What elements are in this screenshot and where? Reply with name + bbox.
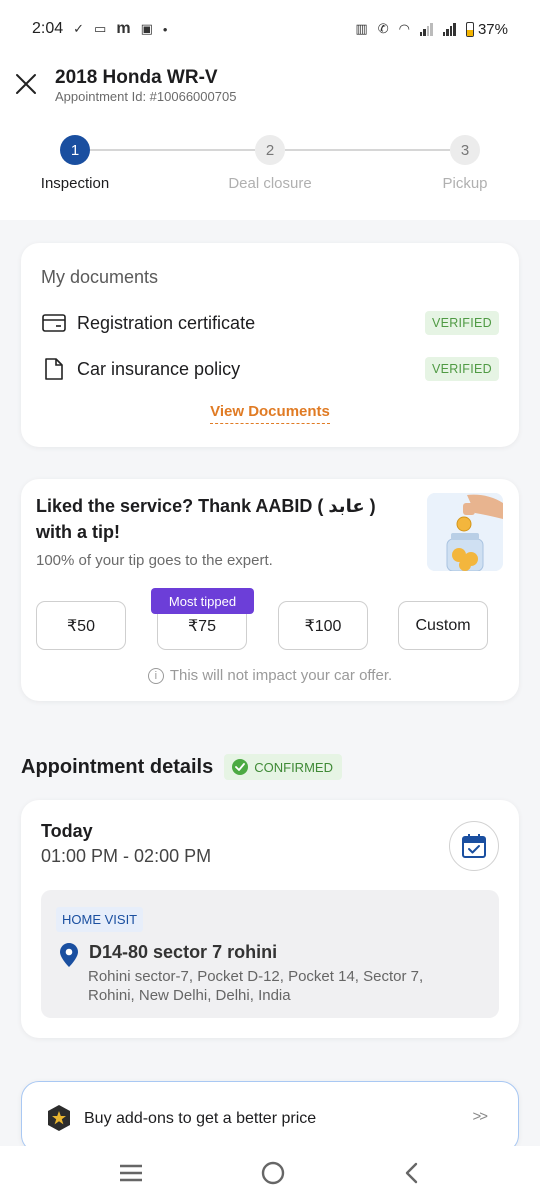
addons-label: Buy add-ons to get a better price	[84, 1110, 317, 1127]
add-to-calendar-button[interactable]	[449, 821, 499, 871]
more-notifications-icon: •	[162, 21, 168, 37]
document-icon	[41, 357, 67, 381]
step-connector	[285, 149, 450, 151]
info-icon: i	[147, 668, 164, 684]
star-badge-icon	[48, 1105, 70, 1131]
tip-option-50-button[interactable]: ₹50	[36, 601, 126, 650]
home-icon[interactable]	[260, 1160, 286, 1186]
documents-card: My documents Registration certificate VE…	[21, 243, 519, 447]
location-pin-icon	[60, 943, 78, 967]
check-circle-icon	[232, 759, 249, 775]
myntra-app-icon: ▣	[140, 21, 153, 36]
app-notification-icon: ▭	[94, 21, 107, 36]
close-button[interactable]	[14, 72, 38, 96]
verified-badge: VERIFIED	[424, 357, 499, 381]
card-icon	[41, 311, 67, 335]
back-icon[interactable]	[402, 1161, 422, 1185]
step-1-label: Inspection	[40, 175, 110, 192]
document-row-insurance[interactable]: Car insurance policy VERIFIED	[41, 354, 499, 384]
appointment-card: Today 01:00 PM - 02:00 PM HOME VISIT D14…	[21, 800, 519, 1038]
signal-icon-2	[442, 22, 456, 36]
step-2-indicator: 2	[255, 135, 285, 165]
address-title: D14-80 sector 7 rohini	[89, 942, 278, 962]
visit-location-box: HOME VISIT D14-80 sector 7 rohini Rohini…	[41, 890, 499, 1018]
status-bar: 2:04 ✓ ▭ m ▣ • ▥ ✆ ◠ 37%	[0, 0, 540, 58]
vibrate-icon: ▥	[355, 21, 368, 36]
appointment-id: Appointment Id: #10066000705	[55, 89, 237, 104]
status-time: 2:04	[32, 20, 64, 37]
addons-banner[interactable]: Buy add-ons to get a better price >>	[21, 1081, 519, 1153]
wifi-call-icon: ✆	[377, 21, 389, 36]
recent-apps-icon[interactable]	[118, 1163, 144, 1183]
appointment-time: 01:00 PM - 02:00 PM	[41, 846, 212, 866]
view-documents-label: View Documents	[210, 403, 330, 424]
tip-option-100-button[interactable]: ₹100	[278, 601, 368, 650]
most-tipped-badge: Most tipped	[151, 588, 254, 614]
tip-jar-illustration	[427, 493, 503, 571]
battery-percent: 37%	[477, 20, 508, 38]
header: 2018 Honda WR-V Appointment Id: #1006600…	[0, 58, 540, 220]
step-connector	[90, 149, 255, 151]
document-label: Registration certificate	[77, 312, 256, 333]
documents-title: My documents	[41, 267, 159, 287]
progress-stepper: 1 2 3 Inspection Deal closure Pickup	[0, 135, 540, 195]
step-3-indicator: 3	[450, 135, 480, 165]
address-detail: Rohini sector-7, Pocket D-12, Pocket 14,…	[88, 968, 424, 1004]
battery-icon	[465, 21, 474, 37]
tip-subtitle: 100% of your tip goes to the expert.	[36, 552, 273, 569]
confirmed-label: CONFIRMED	[254, 759, 333, 775]
tip-card: Liked the service? Thank AABID ( عابد ) …	[21, 479, 519, 701]
step-3-label: Pickup	[442, 175, 488, 192]
system-navigation-bar	[0, 1146, 540, 1200]
confirmed-badge: CONFIRMED	[224, 754, 342, 780]
page-title: 2018 Honda WR-V	[55, 67, 218, 88]
appointment-day: Today	[41, 821, 93, 841]
calendar-icon	[462, 834, 486, 858]
signal-icon	[419, 22, 433, 36]
wifi-icon: ◠	[398, 21, 410, 36]
appointment-title: Appointment details	[21, 755, 214, 778]
step-2-label: Deal closure	[228, 175, 312, 192]
double-chevron-right-icon: >>	[472, 1108, 487, 1125]
view-documents-link[interactable]: View Documents	[21, 403, 519, 424]
tip-title: Liked the service? Thank AABID ( عابد ) …	[36, 496, 376, 542]
check-notification-icon: ✓	[73, 21, 85, 36]
step-1-indicator: 1	[60, 135, 90, 165]
verified-badge: VERIFIED	[424, 311, 499, 335]
document-row-registration[interactable]: Registration certificate VERIFIED	[41, 308, 499, 338]
m-app-icon: m	[116, 20, 131, 37]
visit-type-badge: HOME VISIT	[56, 907, 144, 932]
tip-note: i This will not impact your car offer.	[21, 667, 519, 684]
tip-note-text: This will not impact your car offer.	[169, 667, 393, 684]
appointment-header: Appointment details CONFIRMED	[21, 754, 342, 780]
document-label: Car insurance policy	[77, 358, 241, 379]
close-icon	[16, 74, 36, 94]
tip-custom-button[interactable]: Custom	[398, 601, 488, 650]
